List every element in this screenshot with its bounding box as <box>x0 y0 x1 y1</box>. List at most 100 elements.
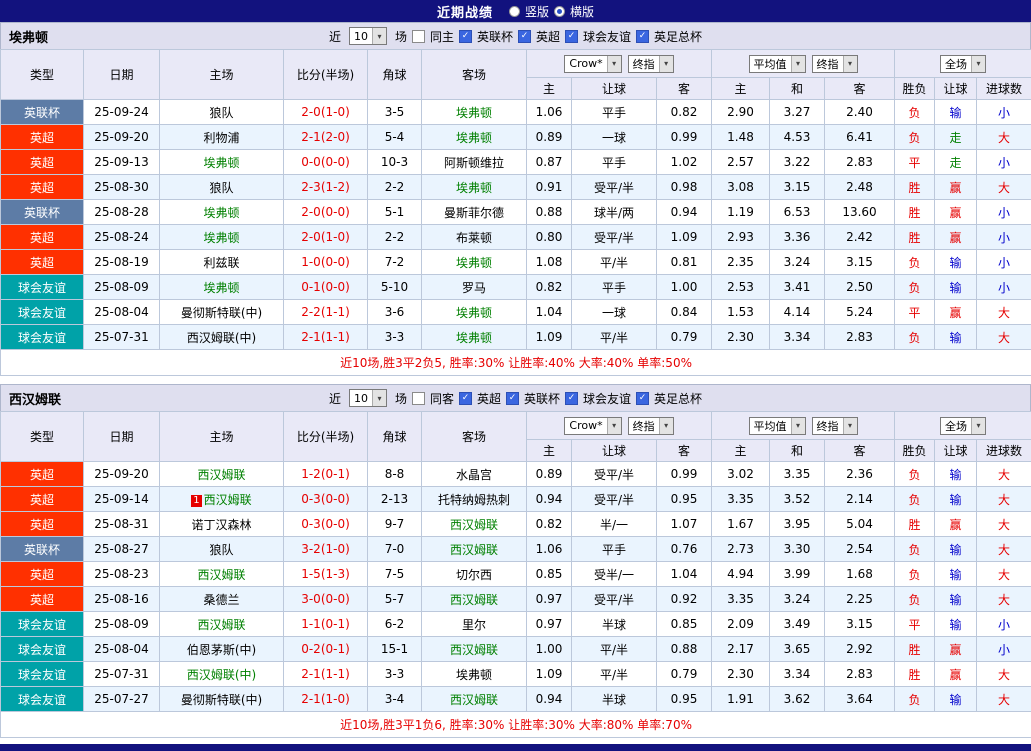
europe-away-odds: 2.92 <box>825 637 895 662</box>
fulltime-select[interactable]: 全场▾ <box>940 55 986 73</box>
match-date: 25-09-20 <box>84 125 160 150</box>
section-header: 埃弗顿近10▾场同主✓英联杯✓英超✓球会友谊✓英足总杯 <box>0 22 1031 49</box>
league-filter-checkbox[interactable]: ✓ <box>565 392 578 405</box>
home-team-name: 埃弗顿 <box>203 206 239 220</box>
result-handicap: 赢 <box>935 512 977 537</box>
fulltime-select[interactable]: 全场▾ <box>940 417 986 435</box>
europe-home-odds: 3.35 <box>712 487 770 512</box>
home-team-name: 西汉姆联(中) <box>187 668 256 682</box>
result-goals: 小 <box>977 637 1031 662</box>
same-venue-checkbox[interactable] <box>412 30 425 43</box>
away-team-cell: 阿斯顿维拉 <box>422 150 527 175</box>
sub-column-header: 客 <box>825 78 895 100</box>
final-europe-select[interactable]: 终指▾ <box>812 417 858 435</box>
match-row: 球会友谊25-08-09埃弗顿0-1(0-0)5-10罗马0.82平手1.002… <box>1 275 1031 300</box>
home-team-name: 狼队 <box>209 543 233 557</box>
home-team-name: 曼彻斯特联(中) <box>181 693 262 707</box>
handicap-home-odds: 0.80 <box>527 225 572 250</box>
handicap-home-odds: 0.91 <box>527 175 572 200</box>
away-team-cell: 布莱顿 <box>422 225 527 250</box>
europe-draw-odds: 3.41 <box>770 275 825 300</box>
chevron-down-icon: ▾ <box>843 418 857 434</box>
match-row: 英超25-08-24埃弗顿2-0(1-0)2-2布莱顿0.80受平/半1.092… <box>1 225 1031 250</box>
europe-away-odds: 5.24 <box>825 300 895 325</box>
title-bar: 近期战绩 竖版 横版 <box>0 0 1031 22</box>
europe-home-odds: 3.35 <box>712 587 770 612</box>
match-date: 25-08-04 <box>84 300 160 325</box>
away-team-name: 埃弗顿 <box>456 256 492 270</box>
europe-draw-odds: 3.35 <box>770 462 825 487</box>
league-filter-checkbox[interactable]: ✓ <box>518 30 531 43</box>
average-odds-select[interactable]: 平均值▾ <box>749 417 806 435</box>
match-row: 英超25-09-13埃弗顿0-0(0-0)10-3阿斯顿维拉0.87平手1.02… <box>1 150 1031 175</box>
away-team-cell: 水晶宫 <box>422 462 527 487</box>
chevron-down-icon: ▾ <box>372 28 386 44</box>
average-odds-select[interactable]: 平均值▾ <box>749 55 806 73</box>
europe-home-odds: 1.19 <box>712 200 770 225</box>
away-team-cell: 西汉姆联 <box>422 512 527 537</box>
team-section-1: 埃弗顿近10▾场同主✓英联杯✓英超✓球会友谊✓英足总杯类型日期主场比分(半场)角… <box>0 22 1031 376</box>
match-count-select[interactable]: 10▾ <box>349 27 387 45</box>
result-goals: 大 <box>977 462 1031 487</box>
handicap-home-odds: 1.08 <box>527 250 572 275</box>
europe-draw-odds: 3.30 <box>770 537 825 562</box>
handicap-away-odds: 0.88 <box>657 637 712 662</box>
filter-near-label: 近 <box>329 28 341 45</box>
match-date: 25-09-20 <box>84 462 160 487</box>
away-team-cell: 西汉姆联 <box>422 687 527 712</box>
match-score: 0-1(0-0) <box>284 275 368 300</box>
home-team-cell: 诺丁汉森林 <box>160 512 284 537</box>
league-filter-checkbox[interactable]: ✓ <box>636 30 649 43</box>
home-team-name: 利物浦 <box>203 131 239 145</box>
handicap-line: 平/半 <box>572 637 657 662</box>
handicap-line: 受平/半 <box>572 225 657 250</box>
result-handicap: 赢 <box>935 637 977 662</box>
league-filter-checkbox[interactable]: ✓ <box>459 392 472 405</box>
league-filter-label: 英超 <box>536 28 560 45</box>
league-filter-checkbox[interactable]: ✓ <box>506 392 519 405</box>
vertical-layout-radio[interactable] <box>509 6 520 17</box>
chevron-down-icon: ▾ <box>971 418 985 434</box>
final-odds-select[interactable]: 终指▾ <box>628 417 674 435</box>
home-team-cell: 西汉姆联 <box>160 562 284 587</box>
bookmaker-select[interactable]: Crow*▾ <box>564 55 621 73</box>
final-odds-select[interactable]: 终指▾ <box>628 55 674 73</box>
match-row: 英联杯25-09-24狼队2-0(1-0)3-5埃弗顿1.06平手0.822.9… <box>1 100 1031 125</box>
away-team-name: 曼斯菲尔德 <box>444 206 504 220</box>
handicap-away-odds: 0.82 <box>657 100 712 125</box>
match-score: 3-2(1-0) <box>284 537 368 562</box>
result-wdl: 负 <box>895 537 935 562</box>
page-title: 近期战绩 <box>437 2 493 21</box>
europe-home-odds: 3.02 <box>712 462 770 487</box>
chevron-down-icon: ▾ <box>607 56 621 72</box>
match-row: 英超25-08-30狼队2-3(1-2)2-2埃弗顿0.91受平/半0.983.… <box>1 175 1031 200</box>
handicap-line: 受平/半 <box>572 587 657 612</box>
result-goals: 大 <box>977 562 1031 587</box>
column-header: 日期 <box>84 412 160 462</box>
home-team-name: 埃弗顿 <box>203 156 239 170</box>
result-wdl: 负 <box>895 587 935 612</box>
home-team-name: 埃弗顿 <box>203 231 239 245</box>
match-score: 1-1(0-1) <box>284 612 368 637</box>
match-count-select[interactable]: 10▾ <box>349 389 387 407</box>
section-header: 西汉姆联近10▾场同客✓英超✓英联杯✓球会友谊✓英足总杯 <box>0 384 1031 411</box>
handicap-line: 受半/一 <box>572 562 657 587</box>
league-filter-checkbox[interactable]: ✓ <box>459 30 472 43</box>
europe-home-odds: 1.53 <box>712 300 770 325</box>
league-filter-checkbox[interactable]: ✓ <box>636 392 649 405</box>
europe-away-odds: 3.15 <box>825 250 895 275</box>
horizontal-layout-radio[interactable] <box>554 6 565 17</box>
match-date: 25-08-23 <box>84 562 160 587</box>
result-handicap: 走 <box>935 150 977 175</box>
match-date: 25-08-27 <box>84 537 160 562</box>
match-row: 英超25-09-141西汉姆联0-3(0-0)2-13托特纳姆热刺0.94受平/… <box>1 487 1031 512</box>
handicap-line: 一球 <box>572 125 657 150</box>
final-europe-select[interactable]: 终指▾ <box>812 55 858 73</box>
match-score: 2-0(1-0) <box>284 225 368 250</box>
match-score: 2-1(1-1) <box>284 325 368 350</box>
result-goals: 小 <box>977 150 1031 175</box>
league-filter-label: 英联杯 <box>524 390 560 407</box>
same-venue-checkbox[interactable] <box>412 392 425 405</box>
bookmaker-select[interactable]: Crow*▾ <box>564 417 621 435</box>
league-filter-checkbox[interactable]: ✓ <box>565 30 578 43</box>
